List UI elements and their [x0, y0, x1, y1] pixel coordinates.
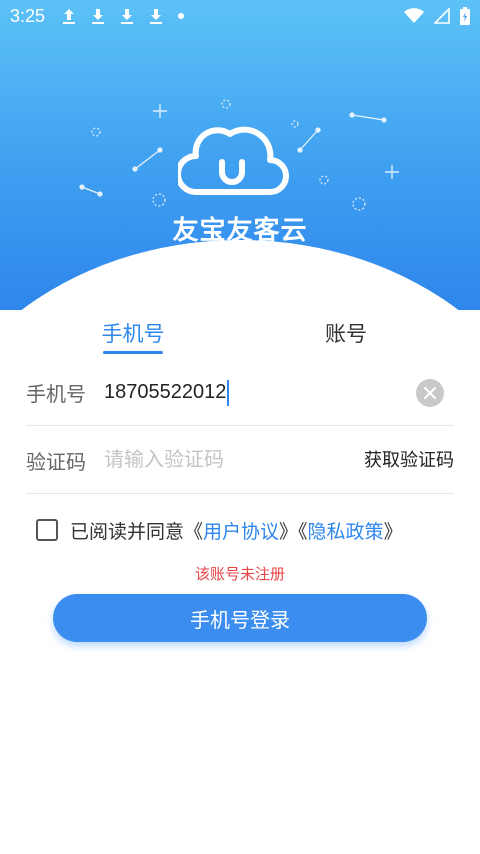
phone-input-wrap[interactable]: 18705522012	[104, 379, 230, 406]
privacy-policy-link[interactable]: 隐私政策	[308, 517, 384, 544]
status-bar: 3:25	[0, 0, 480, 32]
agreement-middle: 》《	[279, 520, 308, 543]
code-label: 验证码	[26, 450, 86, 474]
login-method-tabs: 手机号 账号	[0, 318, 480, 358]
text-cursor	[227, 379, 230, 406]
phone-label: 手机号	[26, 382, 86, 406]
battery-icon	[460, 7, 470, 25]
upload-icon	[63, 9, 76, 24]
notification-icons	[61, 7, 185, 25]
agreement-prefix: 已阅读并同意《	[70, 520, 204, 543]
system-icons	[404, 7, 470, 25]
download-icon	[150, 9, 163, 24]
cloud-icon	[178, 126, 289, 195]
tab-phone[interactable]: 手机号	[73, 318, 193, 348]
download-icon	[92, 9, 105, 24]
tab-account[interactable]: 账号	[286, 318, 406, 348]
phone-input[interactable]: 18705522012	[104, 381, 226, 404]
code-field-row: 验证码 获取验证码	[26, 428, 454, 494]
user-agreement-link[interactable]: 用户协议	[203, 517, 279, 544]
wifi-icon	[404, 8, 424, 23]
download-icon	[121, 9, 134, 24]
agreement-row: 已阅读并同意《 用户协议 》《 隐私政策 》	[36, 514, 403, 546]
close-icon	[424, 387, 436, 399]
phone-field-row: 手机号 18705522012	[26, 360, 454, 426]
status-time: 3:25	[10, 5, 46, 26]
clear-phone-button[interactable]	[416, 379, 444, 407]
agreement-checkbox[interactable]	[36, 519, 58, 541]
error-message: 该账号未注册	[194, 565, 285, 583]
signal-icon	[434, 8, 450, 24]
hero-banner: 友宝友客云	[0, 0, 480, 310]
get-code-button[interactable]: 获取验证码	[364, 428, 454, 494]
code-input[interactable]	[104, 449, 294, 472]
phone-login-button[interactable]: 手机号登录	[53, 594, 427, 642]
active-tab-indicator	[103, 351, 163, 354]
dot-icon	[178, 13, 185, 19]
agreement-suffix: 》	[383, 520, 403, 543]
